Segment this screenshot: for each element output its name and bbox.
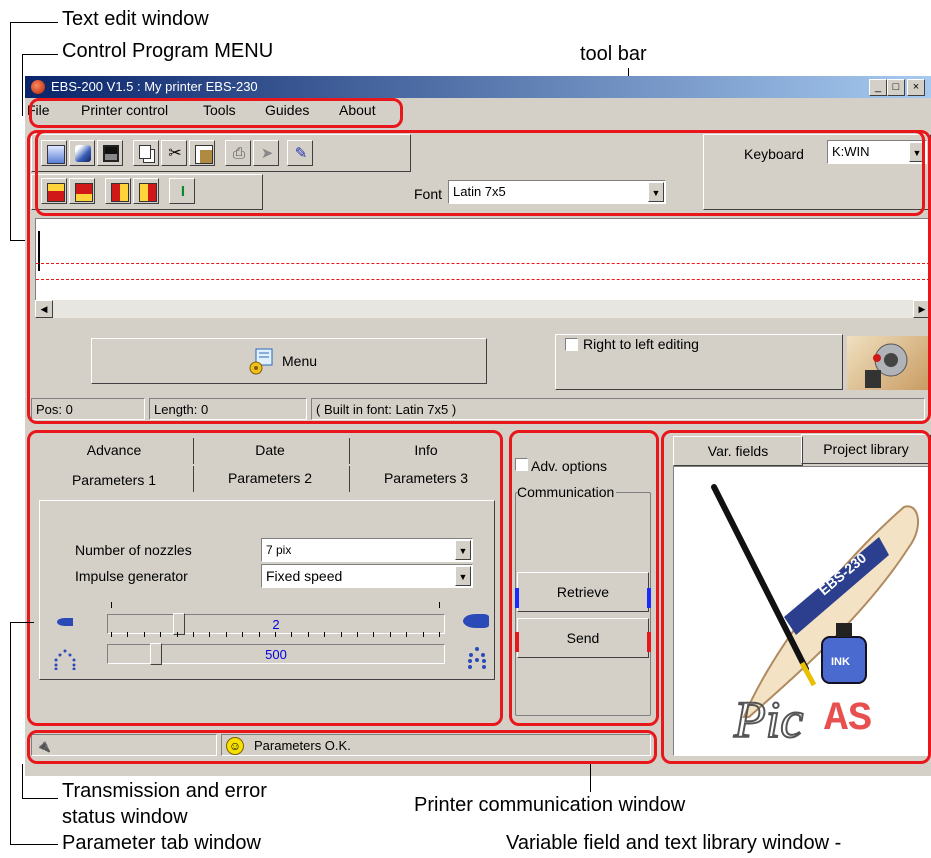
callout-tool-bar: tool bar xyxy=(580,43,647,65)
callout-line xyxy=(22,764,23,798)
highlight-library xyxy=(661,430,931,764)
callout-control-program-menu: Control Program MENU xyxy=(62,40,274,62)
callout-parameter-tab-window: Parameter tab window xyxy=(62,832,261,854)
callout-line xyxy=(10,622,11,844)
title-bar: EBS-200 V1.5 : My printer EBS-230 _ □ × xyxy=(25,76,931,98)
app-window: EBS-200 V1.5 : My printer EBS-230 _ □ × … xyxy=(25,76,931,776)
callout-line xyxy=(22,54,58,55)
callout-line xyxy=(10,622,34,623)
callout-line xyxy=(10,22,58,23)
highlight-menu xyxy=(29,98,403,128)
app-icon xyxy=(31,80,45,94)
callout-variable-field: Variable field and text library window - xyxy=(506,832,842,854)
maximize-button[interactable]: □ xyxy=(887,79,905,96)
callout-line xyxy=(10,844,58,845)
window-title: EBS-200 V1.5 : My printer EBS-230 xyxy=(51,79,258,94)
callout-printer-communication: Printer communication window xyxy=(414,794,686,816)
highlight-communication xyxy=(509,430,659,726)
highlight-status xyxy=(27,730,657,764)
callout-text-edit-window: Text edit window xyxy=(62,8,209,30)
callout-line xyxy=(22,54,23,116)
close-button[interactable]: × xyxy=(907,79,925,96)
callout-line xyxy=(22,798,58,799)
highlight-parameter-tabs xyxy=(27,430,503,726)
callout-transmission-status: Transmission and error status window xyxy=(62,780,267,828)
callout-line xyxy=(10,22,11,240)
minimize-button[interactable]: _ xyxy=(869,79,887,96)
callout-line xyxy=(590,764,591,792)
highlight-text-edit xyxy=(27,130,931,424)
